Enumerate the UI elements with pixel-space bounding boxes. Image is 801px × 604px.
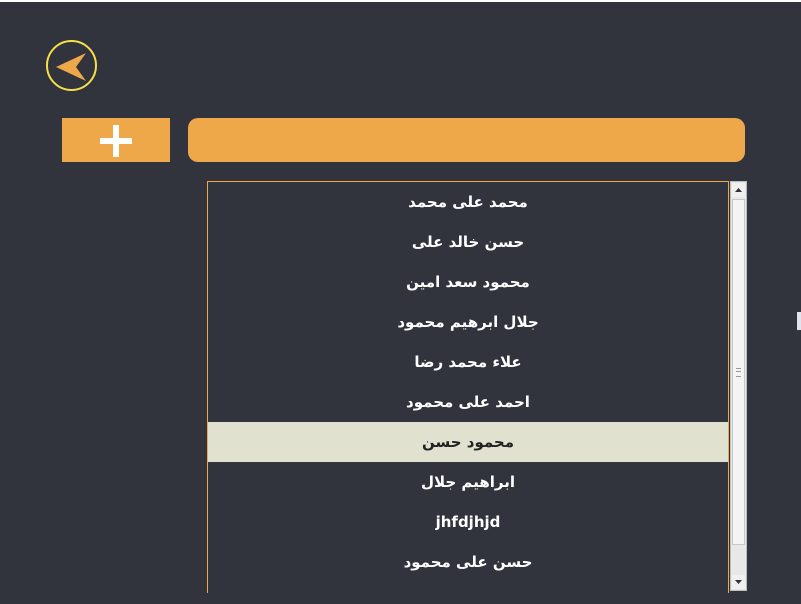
- chevron-up-icon: [735, 188, 742, 192]
- plus-icon: [100, 125, 132, 157]
- list-item[interactable]: محمود سعد امين: [208, 262, 728, 302]
- list-item[interactable]: محمد على محمد: [208, 182, 728, 222]
- list-item[interactable]: حسن خالد على: [208, 222, 728, 262]
- scroll-thumb[interactable]: [732, 199, 745, 545]
- search-input[interactable]: [188, 118, 745, 162]
- list-item[interactable]: حسن على محمود: [208, 542, 728, 582]
- list-item[interactable]: احمد على محمود: [208, 382, 728, 422]
- grip-icon: [736, 368, 741, 377]
- back-button[interactable]: [46, 40, 97, 91]
- top-strip: [0, 0, 801, 2]
- back-arrow-icon: [56, 53, 86, 81]
- list-item[interactable]: jhfdjhjd: [208, 502, 728, 542]
- list-item-selected[interactable]: محمود حسن: [208, 422, 728, 462]
- list-item[interactable]: جلال ابرهيم محمود: [208, 302, 728, 342]
- add-button[interactable]: [62, 118, 170, 162]
- chevron-down-icon: [735, 580, 742, 584]
- list-scrollbar[interactable]: [730, 181, 747, 591]
- scroll-down-button[interactable]: [732, 575, 745, 589]
- list-item[interactable]: علاء محمد رضا: [208, 342, 728, 382]
- window-edge: [797, 312, 801, 330]
- list-item[interactable]: ابراهيم جلال: [208, 462, 728, 502]
- names-list: محمد على محمد حسن خالد على محمود سعد امي…: [207, 181, 729, 593]
- scroll-up-button[interactable]: [732, 183, 745, 197]
